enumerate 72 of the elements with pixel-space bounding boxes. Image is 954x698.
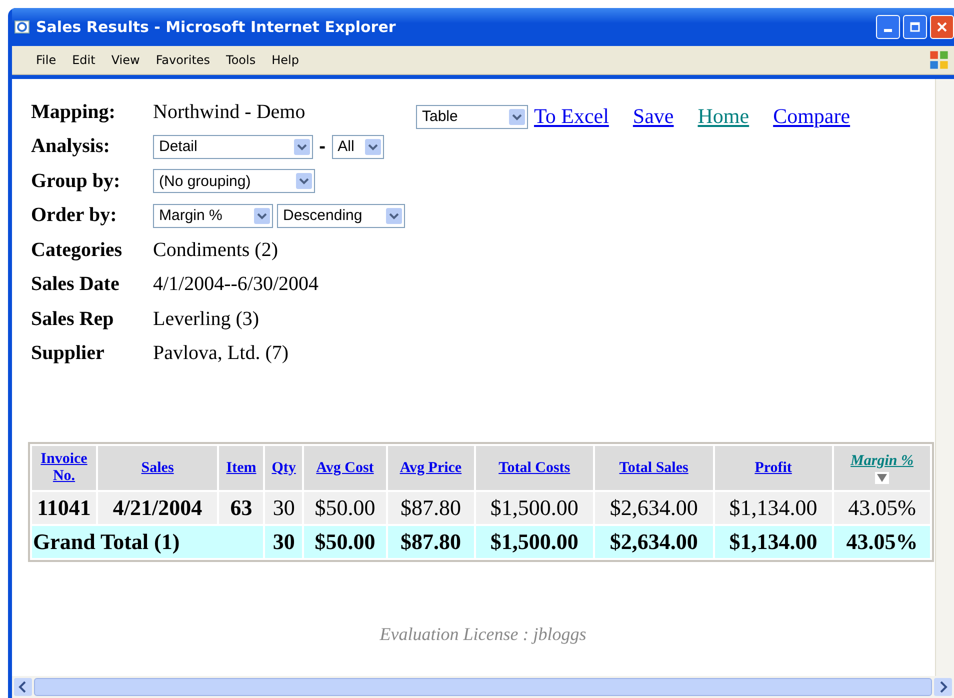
- total-cell: $1,134.00: [714, 526, 832, 558]
- nav-link[interactable]: Compare: [773, 104, 850, 129]
- nav-link[interactable]: Home: [698, 104, 750, 129]
- sort-link[interactable]: Qty: [267, 460, 300, 476]
- sort-link[interactable]: Avg Cost: [306, 460, 384, 476]
- view-dropdown[interactable]: Table: [416, 104, 528, 128]
- filter-label: Group by:: [31, 170, 122, 193]
- nav-link[interactable]: To Excel: [534, 104, 609, 129]
- window-title: Sales Results - Microsoft Internet Explorer: [36, 18, 396, 36]
- minimize-icon: [884, 29, 892, 32]
- total-cell: $2,634.00: [595, 526, 713, 558]
- filter-value: Leverling (3): [153, 308, 260, 331]
- sort-link[interactable]: Invoice No.: [34, 451, 94, 485]
- sort-descending-icon: [875, 472, 890, 484]
- dropdown[interactable]: All: [332, 134, 384, 159]
- scroll-right-icon[interactable]: [934, 678, 952, 696]
- filter-label: Analysis:: [31, 135, 111, 158]
- table-cell: 30: [265, 492, 302, 524]
- close-icon: [936, 21, 948, 33]
- filter-label: Sales Date: [31, 273, 120, 296]
- table-cell: $87.80: [388, 492, 474, 524]
- dropdown[interactable]: Detail: [153, 134, 313, 159]
- table-cell: $1,500.00: [476, 492, 594, 524]
- dropdown[interactable]: Margin %: [153, 204, 273, 228]
- table-cell: $50.00: [304, 492, 386, 524]
- filter-value: Northwind - Demo: [153, 100, 306, 124]
- sort-link[interactable]: Total Sales: [597, 460, 711, 476]
- filter-value: Pavlova, Ltd. (7): [153, 342, 289, 366]
- table-cell: $1,134.00: [714, 492, 832, 524]
- horizontal-scrollbar[interactable]: [12, 676, 954, 698]
- total-cell: 43.05%: [834, 526, 930, 558]
- sort-link[interactable]: Item: [221, 460, 262, 476]
- dropdown[interactable]: Descending: [277, 204, 405, 228]
- filter-label: Categories: [31, 238, 124, 262]
- total-cell: 30: [265, 526, 302, 558]
- table-cell: 43.05%: [834, 492, 930, 524]
- browser-icon: [14, 19, 30, 35]
- total-cell: $1,500.00: [476, 526, 594, 558]
- filter-value: Condiments (2): [153, 238, 278, 262]
- sort-link[interactable]: Sales: [100, 460, 216, 476]
- menu-item[interactable]: File: [28, 53, 64, 67]
- separator-text: -: [318, 137, 327, 156]
- close-button[interactable]: [930, 15, 954, 39]
- table-cell: 63: [219, 492, 264, 524]
- menu-item[interactable]: Tools: [218, 53, 264, 67]
- table-cell: $2,634.00: [595, 492, 713, 524]
- dropdown[interactable]: (No grouping): [153, 169, 315, 194]
- sort-link[interactable]: Avg Price: [390, 460, 472, 476]
- sort-link[interactable]: Profit: [716, 460, 830, 476]
- sort-link[interactable]: Total Costs: [478, 460, 592, 476]
- scroll-left-icon[interactable]: [14, 678, 32, 696]
- menu-item[interactable]: Help: [264, 53, 307, 67]
- maximize-button[interactable]: [903, 15, 927, 39]
- table-cell: 4/21/2004: [98, 492, 218, 524]
- filter-label: Sales Rep: [31, 308, 115, 331]
- filter-label: Order by:: [31, 204, 118, 228]
- total-label: Grand Total (1): [32, 526, 264, 558]
- nav-link[interactable]: Save: [632, 104, 674, 129]
- menu-item[interactable]: View: [103, 53, 148, 67]
- filter-label: Mapping:: [31, 100, 116, 124]
- menu-item[interactable]: Edit: [64, 53, 104, 67]
- vertical-scrollbar[interactable]: [935, 79, 954, 676]
- table-cell: 11041: [32, 492, 96, 524]
- total-cell: $87.80: [388, 526, 474, 558]
- total-cell: $50.00: [304, 526, 386, 558]
- menu-item[interactable]: Favorites: [148, 53, 218, 67]
- filter-value: 4/1/2004--6/30/2004: [153, 273, 319, 296]
- windows-logo-icon: [928, 49, 950, 71]
- license-text: Evaluation License : jbloggs: [378, 624, 588, 645]
- maximize-icon: [909, 21, 921, 33]
- minimize-button[interactable]: [876, 15, 900, 39]
- filter-label: Supplier: [31, 342, 106, 366]
